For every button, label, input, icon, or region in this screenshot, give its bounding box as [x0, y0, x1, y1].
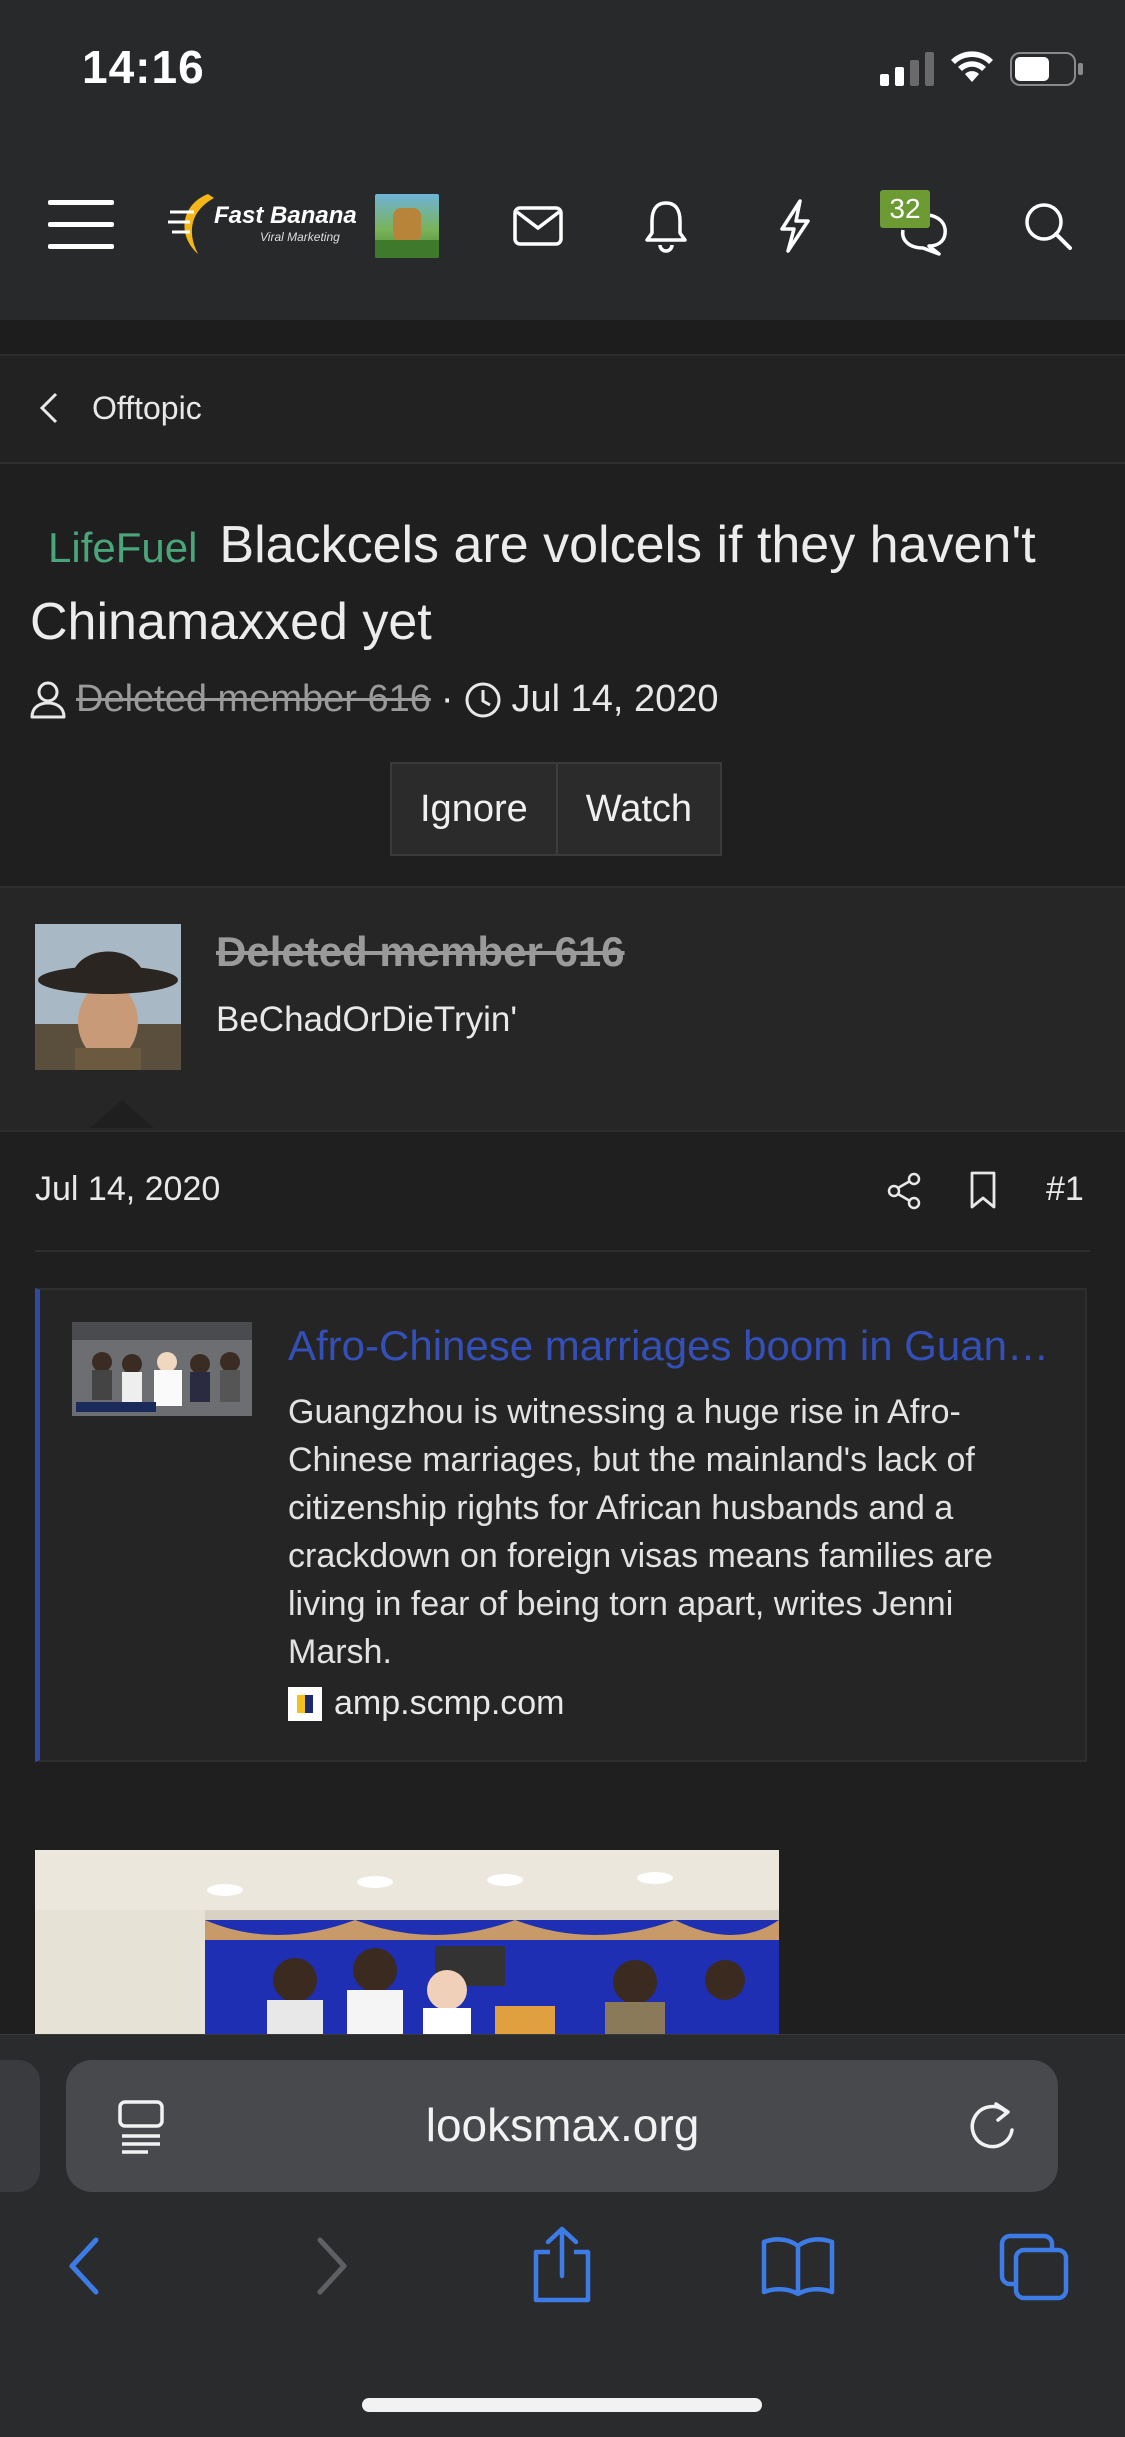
thread-author[interactable]: Deleted member 616	[76, 678, 431, 721]
menu-icon[interactable]	[46, 194, 116, 254]
thread-title: LifeFuel Blackcels are volcels if they ha…	[30, 508, 1100, 659]
site-favicon-icon	[288, 1686, 322, 1721]
thread-actions: Ignore Watch	[390, 762, 723, 856]
conversations-badge: 32	[880, 190, 930, 228]
ignore-button[interactable]: Ignore	[392, 764, 556, 854]
post-user-title: BeChadOrDieTryin'	[216, 1000, 518, 1039]
home-indicator[interactable]	[362, 2398, 762, 2412]
clock-icon	[464, 681, 502, 719]
share-icon[interactable]	[886, 1172, 922, 1215]
watch-button[interactable]: Watch	[555, 764, 720, 854]
chevron-left-icon[interactable]	[38, 390, 60, 431]
avatar[interactable]	[35, 924, 181, 1070]
wifi-icon	[950, 48, 994, 89]
tabs-icon[interactable]	[998, 2232, 1070, 2307]
embed-thumbnail[interactable]	[72, 1322, 252, 1416]
thread-date[interactable]: Jul 14, 2020	[512, 678, 719, 721]
status-time: 14:16	[82, 41, 205, 93]
logo-subtext: Viral Marketing	[260, 230, 340, 244]
bookmarks-icon[interactable]	[760, 2236, 836, 2303]
address-url[interactable]: looksmax.org	[0, 2098, 1125, 2152]
logo-text: Fast Banana	[214, 202, 357, 229]
thread-prefix[interactable]: LifeFuel	[48, 524, 197, 571]
post-image[interactable]	[35, 1850, 779, 2034]
post-number[interactable]: #1	[1046, 1170, 1084, 1209]
meta-separator: ·	[440, 678, 454, 720]
post-divider	[35, 1250, 1090, 1252]
thread-meta: Deleted member 616 · Jul 14, 2020	[30, 678, 719, 721]
bell-icon[interactable]	[636, 194, 696, 258]
post-date[interactable]: Jul 14, 2020	[35, 1170, 220, 1209]
user-icon	[30, 681, 66, 719]
reload-icon[interactable]	[966, 2098, 1018, 2159]
bookmark-icon[interactable]	[968, 1170, 998, 1215]
embed-site[interactable]: amp.scmp.com	[288, 1684, 565, 1723]
breadcrumb-link-offtopic[interactable]: Offtopic	[92, 390, 202, 427]
share-sheet-icon[interactable]	[530, 2226, 594, 2309]
back-icon[interactable]	[64, 2234, 104, 2303]
mail-icon[interactable]	[508, 196, 568, 256]
post-username[interactable]: Deleted member 616	[216, 928, 625, 976]
lightning-icon[interactable]	[764, 194, 824, 258]
post-header-caret	[90, 1100, 154, 1128]
embed-site-domain[interactable]: amp.scmp.com	[334, 1684, 565, 1723]
site-logo[interactable]: Fast Banana Viral Marketing	[168, 190, 357, 260]
battery-icon	[1010, 52, 1084, 91]
forward-icon[interactable]	[312, 2234, 352, 2303]
header-divider	[0, 320, 1125, 356]
embed-description: Guangzhou is witnessing a huge rise in A…	[288, 1393, 993, 1671]
search-icon[interactable]	[1018, 196, 1078, 256]
game-promo-icon[interactable]	[375, 194, 439, 258]
cellular-signal-icon	[880, 52, 936, 91]
embed-title-link[interactable]: Afro-Chinese marriages boom in Guangzhou	[288, 1322, 1058, 1370]
